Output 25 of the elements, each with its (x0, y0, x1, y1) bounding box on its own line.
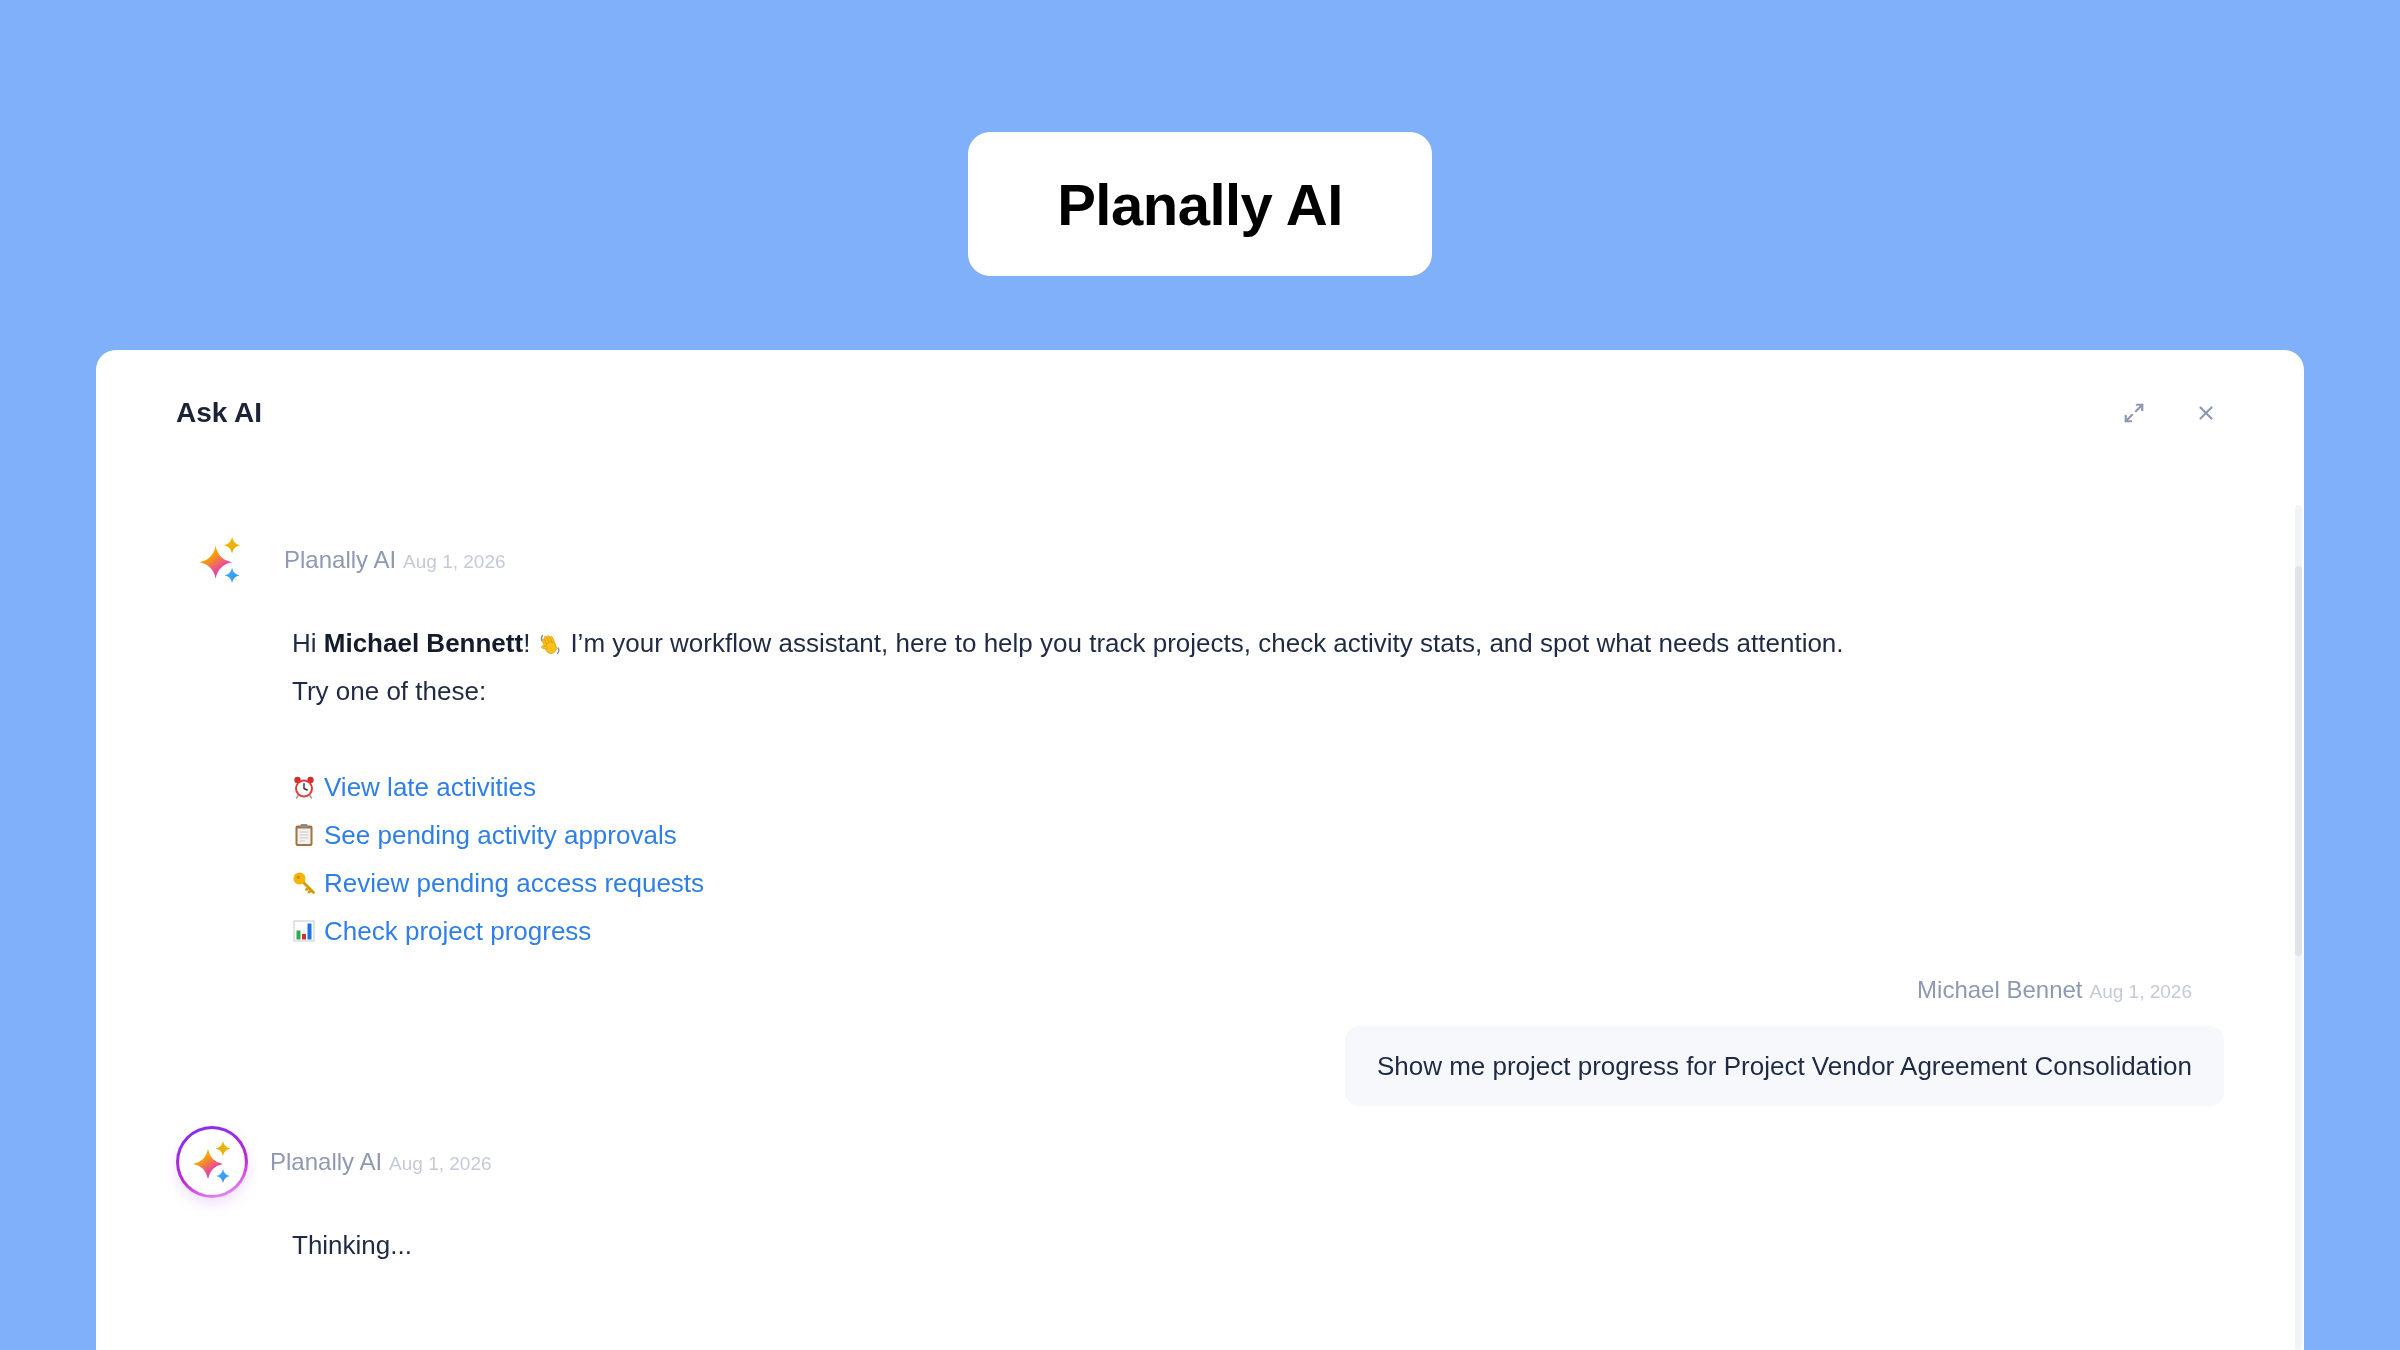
message-date: Aug 1, 2026 (389, 1153, 492, 1175)
user-message-bubble: Show me project progress for Project Vendor Agreement Consolidation (1344, 1026, 2224, 1106)
suggestion-link[interactable]: See pending activity approvals (324, 811, 677, 859)
sender-name: Planally AI (284, 546, 397, 574)
expand-icon (2123, 402, 2145, 424)
waving-hand-icon (538, 632, 563, 656)
suggestion-link[interactable]: Review pending access requests (324, 859, 705, 907)
prompt-text: Try one of these: (292, 676, 487, 706)
bar-chart-icon (292, 919, 316, 943)
scrollbar-track[interactable] (2295, 505, 2302, 1350)
clipboard-icon (292, 823, 316, 847)
suggestion-link[interactable]: Check project progress (324, 907, 592, 955)
key-icon (292, 871, 316, 895)
status-text: Thinking... (292, 1230, 412, 1260)
intro-text: I’m your workflow assistant, here to help you track projects, check activity stats, and spot what needs attention. (570, 628, 1844, 658)
panel-title: Ask AI (176, 397, 263, 429)
suggestion-link[interactable]: View late activities (324, 763, 536, 811)
greeting-text: Hi Michael Bennett! (292, 628, 531, 658)
alarm-clock-icon (292, 775, 316, 799)
message-date: Aug 1, 2026 (403, 551, 506, 573)
app-title: Planally AI (1057, 170, 1343, 238)
sender-name: Michael Bennet (1917, 975, 2083, 1005)
message-date: Aug 1, 2026 (2089, 980, 2192, 1004)
sender-name: Planally AI (270, 1148, 383, 1176)
scrollbar-thumb[interactable] (2295, 566, 2302, 956)
